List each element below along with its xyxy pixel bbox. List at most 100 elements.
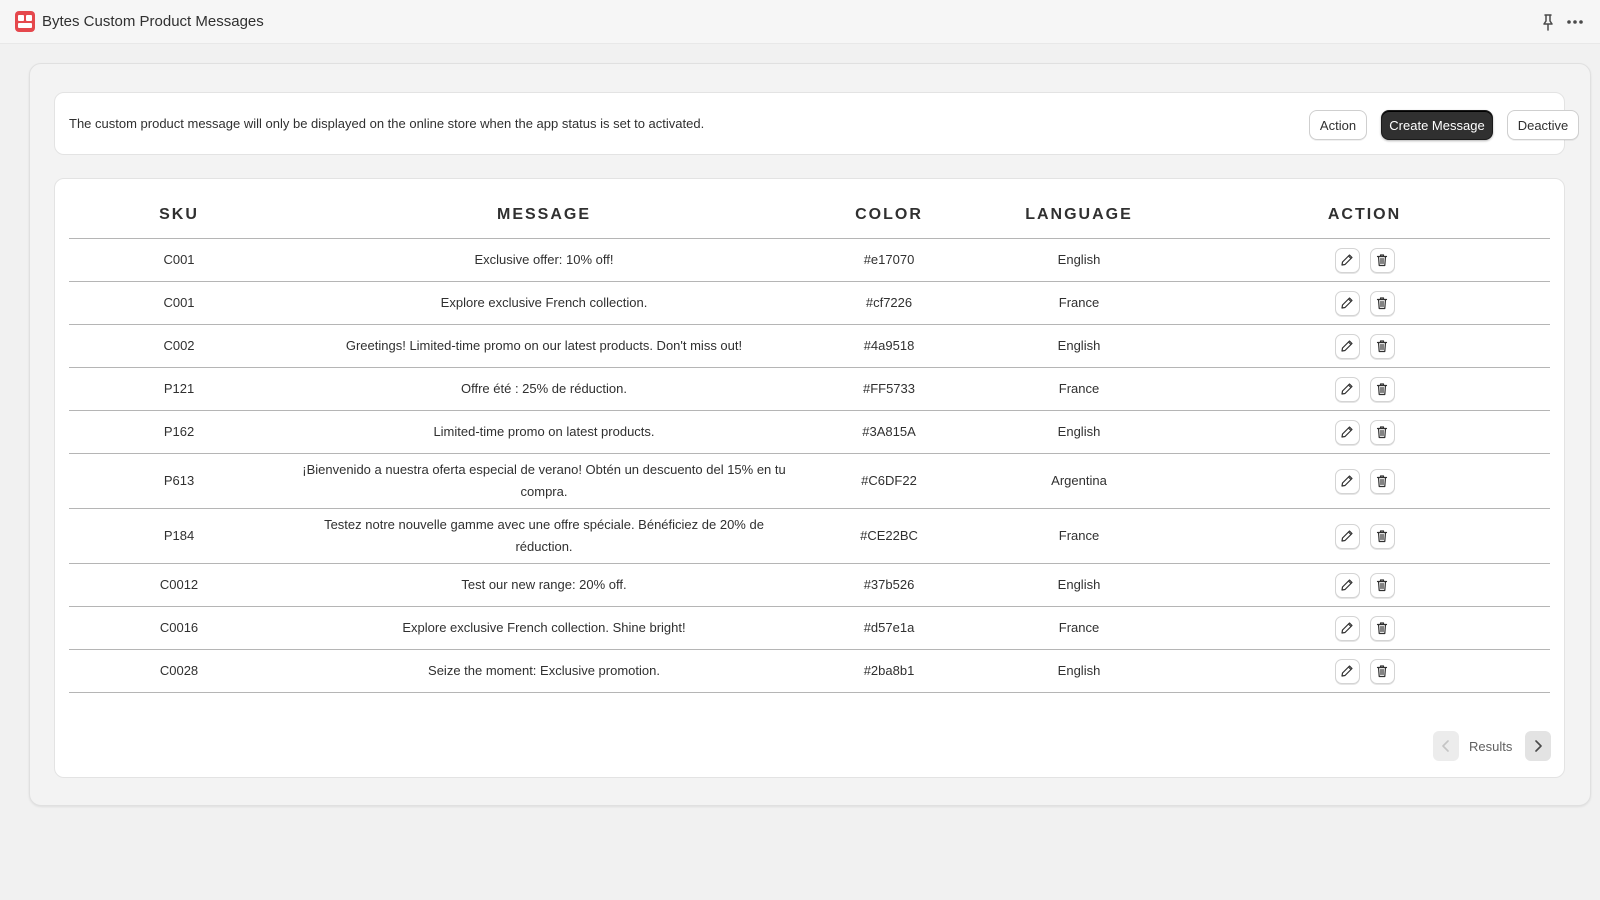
edit-button[interactable] [1334, 523, 1360, 549]
message-cell: Exclusive offer: 10% off! [289, 238, 799, 282]
previous-page-button[interactable] [1433, 731, 1459, 761]
sku-cell: C0016 [69, 606, 289, 650]
color-cell: #FF5733 [799, 367, 979, 411]
message-cell: Seize the moment: Exclusive promotion. [289, 649, 799, 693]
pin-icon[interactable] [1538, 12, 1558, 32]
trash-icon [1375, 425, 1389, 439]
language-cell: English [979, 563, 1179, 607]
table-row: C0016 Explore exclusive French collection… [69, 606, 1550, 650]
action-cell [1179, 606, 1550, 650]
delete-button[interactable] [1369, 333, 1395, 359]
trash-icon [1375, 296, 1389, 310]
edit-button[interactable] [1334, 376, 1360, 402]
app-logo-icon [15, 11, 35, 32]
table-row: C001 Exclusive offer: 10% off! #e17070 Engl… [69, 238, 1550, 282]
message-cell: Greetings! Limited-time promo on our lat… [289, 324, 799, 368]
pencil-icon [1340, 382, 1354, 396]
action-cell [1179, 324, 1550, 368]
pencil-icon [1340, 664, 1354, 678]
action-button[interactable]: Action [1309, 110, 1367, 140]
sku-cell: P121 [69, 367, 289, 411]
action-cell [1179, 453, 1550, 509]
delete-button[interactable] [1369, 376, 1395, 402]
app-title: Bytes Custom Product Messages [42, 13, 264, 30]
color-cell: #e17070 [799, 238, 979, 282]
message-cell: Limited-time promo on latest products. [289, 410, 799, 454]
pencil-icon [1340, 296, 1354, 310]
delete-button[interactable] [1369, 523, 1395, 549]
pencil-icon [1340, 474, 1354, 488]
app-top-bar: Bytes Custom Product Messages [0, 0, 1600, 44]
trash-icon [1375, 474, 1389, 488]
delete-button[interactable] [1369, 615, 1395, 641]
next-page-button[interactable] [1525, 731, 1551, 761]
sku-cell: C001 [69, 281, 289, 325]
language-cell: France [979, 367, 1179, 411]
pencil-icon [1340, 253, 1354, 267]
column-header-message: MESSAGE [289, 191, 799, 239]
sku-cell: C0012 [69, 563, 289, 607]
edit-button[interactable] [1334, 615, 1360, 641]
action-cell [1179, 563, 1550, 607]
pencil-icon [1340, 621, 1354, 635]
action-cell [1179, 410, 1550, 454]
language-cell: English [979, 238, 1179, 282]
sku-cell: C001 [69, 238, 289, 282]
sku-cell: P613 [69, 453, 289, 509]
messages-table: SKU MESSAGE COLOR LANGUAGE ACTION C001 Ex… [69, 191, 1550, 693]
pencil-icon [1340, 578, 1354, 592]
table-header-row: SKU MESSAGE COLOR LANGUAGE ACTION [69, 191, 1550, 239]
create-message-button[interactable]: Create Message [1381, 110, 1493, 140]
trash-icon [1375, 664, 1389, 678]
edit-button[interactable] [1334, 658, 1360, 684]
language-cell: English [979, 649, 1179, 693]
message-cell: Explore exclusive French collection. Shi… [289, 606, 799, 650]
delete-button[interactable] [1369, 658, 1395, 684]
pencil-icon [1340, 529, 1354, 543]
color-cell: #cf7226 [799, 281, 979, 325]
column-header-color: COLOR [799, 191, 979, 239]
edit-button[interactable] [1334, 333, 1360, 359]
table-row: P162 Limited-time promo on latest product… [69, 410, 1550, 454]
language-cell: English [979, 410, 1179, 454]
edit-button[interactable] [1334, 419, 1360, 445]
sku-cell: C0028 [69, 649, 289, 693]
color-cell: #CE22BC [799, 508, 979, 564]
delete-button[interactable] [1369, 290, 1395, 316]
pencil-icon [1340, 339, 1354, 353]
action-cell [1179, 238, 1550, 282]
message-cell: Offre été : 25% de réduction. [289, 367, 799, 411]
more-horizontal-icon[interactable] [1564, 12, 1586, 32]
color-cell: #2ba8b1 [799, 649, 979, 693]
trash-icon [1375, 529, 1389, 543]
edit-button[interactable] [1334, 468, 1360, 494]
deactive-button[interactable]: Deactive [1507, 110, 1579, 140]
pagination: Results [1433, 731, 1551, 761]
status-banner: The custom product message will only be … [54, 92, 1579, 155]
edit-button[interactable] [1334, 290, 1360, 316]
table-row: C001 Explore exclusive French collection.… [69, 281, 1550, 325]
color-cell: #37b526 [799, 563, 979, 607]
action-cell [1179, 281, 1550, 325]
messages-card: SKU MESSAGE COLOR LANGUAGE ACTION C001 Ex… [54, 178, 1565, 778]
edit-button[interactable] [1334, 247, 1360, 273]
delete-button[interactable] [1369, 419, 1395, 445]
language-cell: France [979, 281, 1179, 325]
trash-icon [1375, 621, 1389, 635]
delete-button[interactable] [1369, 468, 1395, 494]
message-cell: Test our new range: 20% off. [289, 563, 799, 607]
language-cell: France [979, 606, 1179, 650]
delete-button[interactable] [1369, 247, 1395, 273]
column-header-language: LANGUAGE [979, 191, 1179, 239]
table-row: C0028 Seize the moment: Exclusive promoti… [69, 649, 1550, 693]
page-container: The custom product message will only be … [29, 63, 1591, 806]
column-header-sku: SKU [69, 191, 289, 239]
chevron-left-icon [1442, 740, 1449, 752]
banner-text: The custom product message will only be … [69, 116, 705, 131]
edit-button[interactable] [1334, 572, 1360, 598]
action-cell [1179, 508, 1550, 564]
delete-button[interactable] [1369, 572, 1395, 598]
column-header-action: ACTION [1179, 191, 1550, 239]
sku-cell: P184 [69, 508, 289, 564]
language-cell: France [979, 508, 1179, 564]
